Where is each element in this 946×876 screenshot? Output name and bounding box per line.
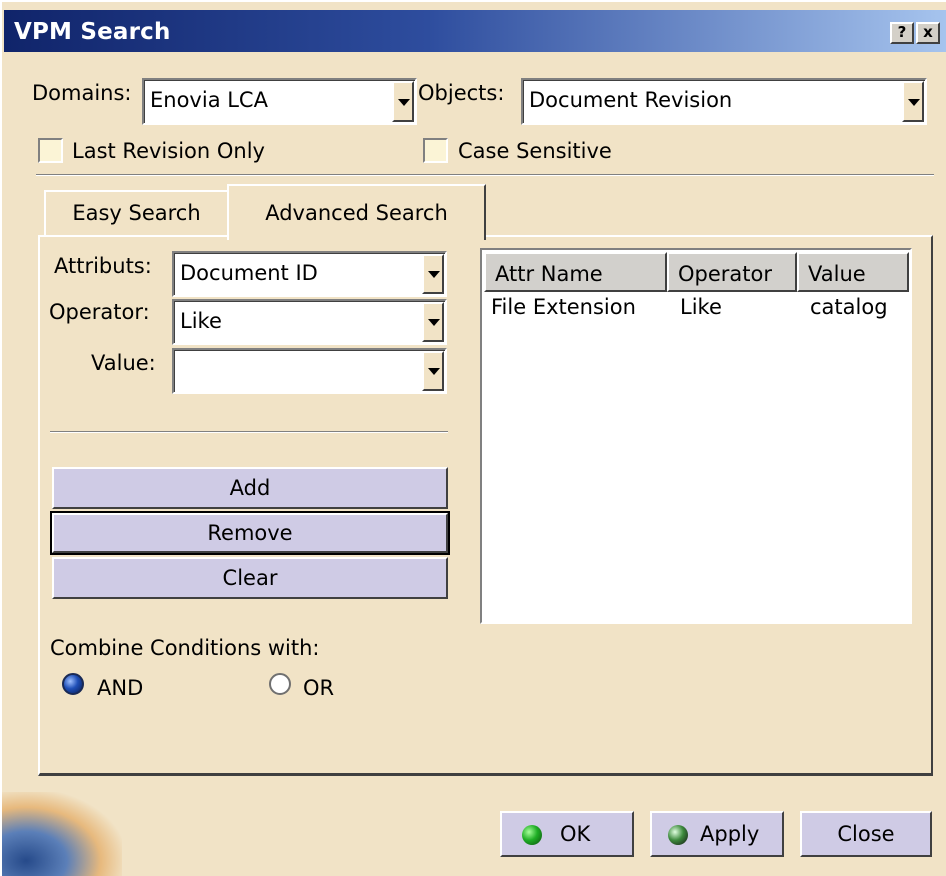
- title-bar[interactable]: VPM Search ? x: [4, 10, 946, 52]
- close-button[interactable]: Close: [800, 811, 932, 857]
- remove-button[interactable]: Remove: [50, 511, 450, 555]
- chevron-down-icon[interactable]: [902, 81, 924, 122]
- row-value[interactable]: catalog: [810, 295, 888, 319]
- value-label: Value:: [91, 351, 156, 375]
- row-attr-name[interactable]: File Extension: [491, 295, 636, 319]
- objects-value: Document Revision: [529, 88, 733, 112]
- separator: [50, 431, 448, 433]
- and-label: AND: [97, 676, 144, 700]
- vpm-search-dialog: VPM Search ? x Domains: Enovia LCA Objec…: [0, 0, 946, 876]
- last-revision-label: Last Revision Only: [72, 139, 265, 163]
- close-window-button[interactable]: x: [916, 22, 940, 44]
- case-sensitive-label: Case Sensitive: [458, 139, 612, 163]
- operator-label: Operator:: [49, 300, 150, 324]
- or-label: OR: [303, 676, 335, 700]
- window-title: VPM Search: [14, 19, 171, 45]
- attributs-value: Document ID: [180, 261, 318, 285]
- last-revision-checkbox[interactable]: [38, 138, 63, 163]
- domains-label: Domains:: [32, 81, 132, 105]
- case-sensitive-checkbox[interactable]: [423, 138, 448, 163]
- clear-button[interactable]: Clear: [52, 557, 448, 599]
- operator-value: Like: [180, 309, 222, 333]
- attributs-combo[interactable]: Document ID: [172, 251, 447, 297]
- ok-button[interactable]: OK: [500, 811, 634, 857]
- value-combo[interactable]: [172, 348, 447, 394]
- catia-logo-icon: [2, 792, 122, 876]
- chevron-down-icon[interactable]: [422, 302, 444, 342]
- column-header-attr-name[interactable]: Attr Name: [484, 252, 667, 292]
- column-header-operator[interactable]: Operator: [667, 252, 797, 292]
- help-button[interactable]: ?: [890, 22, 914, 44]
- apply-button[interactable]: Apply: [650, 811, 784, 857]
- objects-combo[interactable]: Document Revision: [521, 78, 927, 125]
- chevron-down-icon[interactable]: [392, 81, 414, 122]
- conditions-list[interactable]: Attr Name Operator Value File Extension …: [480, 248, 912, 624]
- or-radio[interactable]: [269, 673, 291, 695]
- operator-combo[interactable]: Like: [172, 299, 447, 345]
- tab-advanced-search[interactable]: Advanced Search: [227, 184, 486, 240]
- objects-label: Objects:: [418, 81, 505, 105]
- and-radio[interactable]: [62, 673, 84, 695]
- chevron-down-icon[interactable]: [422, 351, 444, 391]
- apply-dot-icon: [668, 825, 688, 845]
- column-header-value[interactable]: Value: [797, 252, 909, 292]
- domains-value: Enovia LCA: [150, 88, 268, 112]
- combine-conditions-label: Combine Conditions with:: [50, 636, 320, 660]
- tab-easy-search[interactable]: Easy Search: [44, 190, 229, 236]
- row-operator[interactable]: Like: [680, 295, 722, 319]
- green-dot-icon: [522, 825, 542, 845]
- domains-combo[interactable]: Enovia LCA: [142, 78, 417, 125]
- chevron-down-icon[interactable]: [422, 254, 444, 294]
- attributs-label: Attributs:: [54, 254, 152, 278]
- separator: [36, 174, 934, 176]
- add-button[interactable]: Add: [52, 467, 448, 509]
